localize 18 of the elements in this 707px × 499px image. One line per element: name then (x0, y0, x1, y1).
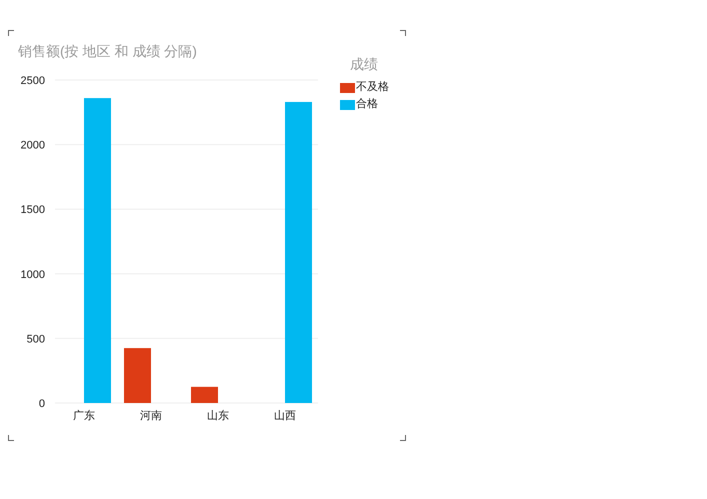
chart-title: 销售额(按 地区 和 成绩 分隔) (18, 42, 198, 60)
y-tick-label: 1500 (20, 204, 45, 216)
corner-mark (400, 30, 406, 36)
legend-label: 合格 (356, 97, 378, 112)
corner-mark (400, 435, 406, 441)
x-tick-label: 山西 (274, 410, 296, 422)
y-tick-label: 2500 (20, 75, 45, 87)
y-tick-label: 1000 (20, 268, 45, 281)
corner-mark (8, 435, 14, 441)
y-tick-label: 0 (38, 398, 45, 410)
legend-title: 成绩 (350, 55, 379, 74)
x-tick-label: 河南 (140, 410, 162, 422)
y-tick-label: 2000 (20, 140, 45, 152)
legend-label: 不及格 (356, 80, 389, 96)
corner-mark (8, 30, 14, 36)
x-tick-label: 广东 (73, 410, 95, 422)
y-tick-label: 500 (26, 333, 45, 346)
x-tick-label: 山东 (207, 410, 229, 422)
